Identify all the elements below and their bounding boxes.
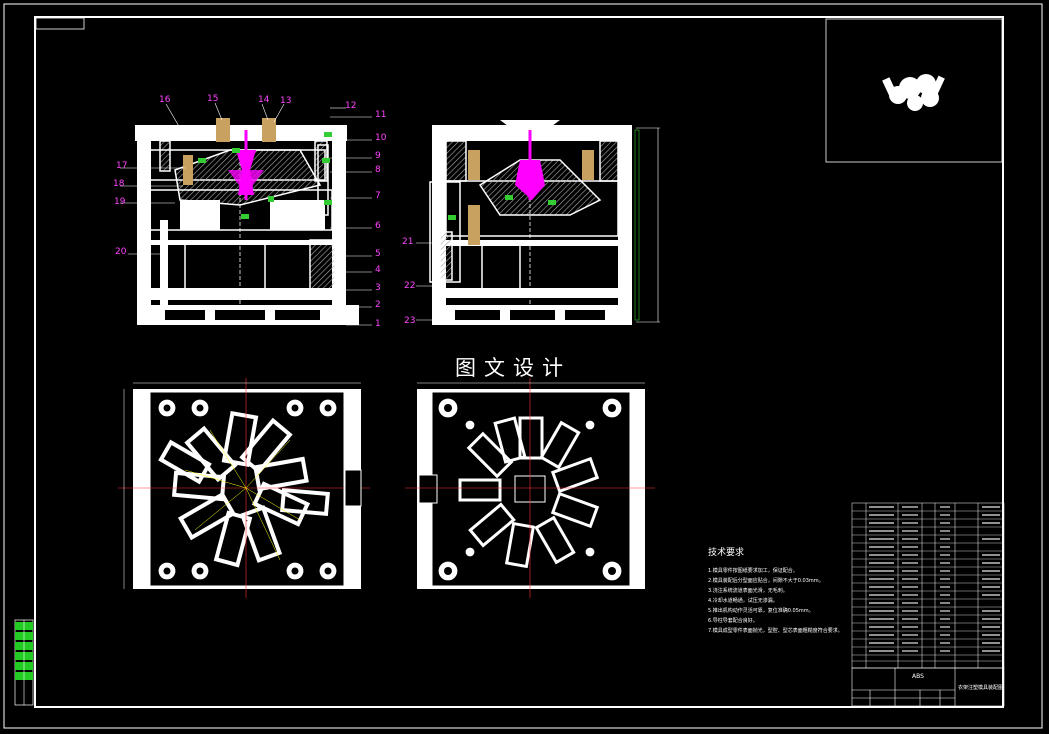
tech-note: 2.模具装配后分型面应贴合，间隙不大于0.03mm。 [708, 578, 824, 584]
part-label-17: 17 [116, 161, 128, 171]
plan-view-right [405, 378, 655, 598]
plan-view-left [118, 378, 370, 598]
part-label-13: 13 [280, 96, 292, 106]
part-label-7: 7 [375, 191, 381, 201]
part-label-20: 20 [115, 247, 127, 257]
part-label-1: 1 [375, 319, 381, 329]
part-label-6: 6 [375, 221, 381, 231]
iso-part-cluster [882, 74, 945, 111]
part-label-3: 3 [375, 283, 381, 293]
bom-text-marks [869, 506, 1000, 652]
part-label-10: 10 [375, 133, 387, 143]
tech-note: 4.冷却水道畅通，试压无渗漏。 [708, 598, 778, 604]
part-label-21: 21 [402, 237, 414, 247]
part-label-2: 2 [375, 300, 381, 310]
section-view-right [429, 125, 660, 325]
title-watermark: 图文设计 [455, 356, 571, 380]
part-label-12: 12 [345, 101, 357, 111]
tech-note: 1.模具零件按图纸要求加工，保证配合。 [708, 568, 798, 574]
part-label-11: 11 [375, 110, 387, 120]
tech-requirements-title: 技术要求 [708, 548, 745, 558]
part-label-18: 18 [113, 179, 125, 189]
part-label-23: 23 [404, 316, 416, 326]
tech-note: 7.模具成型零件表面抛光，型腔、型芯表面粗糙度符合要求。 [708, 628, 843, 634]
top-left-tag [35, 17, 85, 30]
title-block-material: ABS [912, 673, 924, 680]
part-label-5: 5 [375, 249, 381, 259]
part-label-4: 4 [375, 265, 381, 275]
tech-note: 6.导柱导套配合良好。 [708, 618, 758, 624]
tech-note: 5.推出机构动作灵活可靠，复位准确0.05mm。 [708, 608, 814, 614]
part-label-19: 19 [114, 197, 126, 207]
part-label-16: 16 [159, 95, 171, 105]
part-label-14: 14 [258, 95, 270, 105]
tech-note: 3.浇注系统流道表面光滑，无毛刺。 [708, 588, 788, 594]
left-side-strip [14, 619, 34, 706]
part-label-9: 9 [375, 151, 381, 161]
part-label-8: 8 [375, 165, 381, 175]
part-label-22: 22 [404, 281, 416, 291]
bom-rows [852, 510, 1004, 662]
part-label-15: 15 [207, 94, 219, 104]
title-block-drawing-name: 衣架注塑模具装配图 [958, 685, 1004, 691]
